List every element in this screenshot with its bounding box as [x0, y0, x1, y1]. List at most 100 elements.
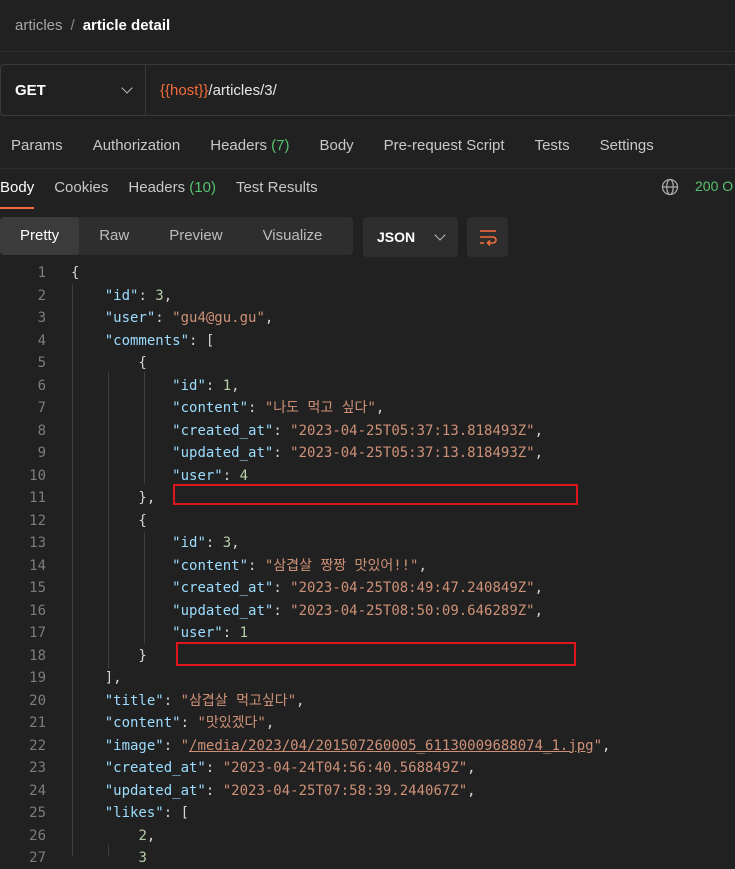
- code-line: 23 "created_at": "2023-04-24T04:56:40.56…: [0, 757, 735, 779]
- code-token: ,: [534, 445, 544, 461]
- highlight-box: [173, 484, 578, 505]
- code-token: "2023-04-24T04:56:40.568849Z": [222, 760, 468, 776]
- status-code[interactable]: 200 O: [695, 178, 733, 194]
- tab-authorization[interactable]: Authorization: [93, 137, 181, 154]
- code-line: 15 "created_at": "2023-04-25T08:49:47.24…: [0, 577, 735, 599]
- view-raw-button[interactable]: Raw: [79, 217, 149, 255]
- code-text: "updated_at": "2023-04-25T08:50:09.64628…: [71, 600, 543, 622]
- code-text: "id": 3,: [71, 532, 239, 554]
- code-token: :: [138, 287, 156, 304]
- breadcrumb-parent[interactable]: articles: [15, 17, 63, 34]
- code-token: ,: [467, 760, 476, 776]
- code-text: "created_at": "2023-04-24T04:56:40.56884…: [71, 757, 476, 779]
- wrap-lines-button[interactable]: [467, 217, 508, 257]
- code-line: 17 "user": 1: [0, 622, 735, 644]
- code-token: 1: [239, 625, 249, 641]
- view-mode-group: Pretty Raw Preview Visualize: [0, 217, 353, 255]
- globe-icon[interactable]: [661, 178, 679, 196]
- url-input[interactable]: {{host}}/articles/3/: [146, 65, 277, 115]
- tab-label: Tests: [534, 136, 570, 154]
- request-bar: GET {{host}}/articles/3/: [0, 64, 735, 116]
- breadcrumb-separator: /: [70, 17, 75, 34]
- view-pretty-button[interactable]: Pretty: [0, 217, 80, 255]
- tab-label: Body: [319, 136, 354, 154]
- url-path: /articles/3/: [208, 81, 277, 99]
- response-headers-count: (10): [189, 178, 216, 196]
- code-token: "id": [172, 377, 206, 394]
- code-token: "updated_at": [172, 445, 274, 461]
- code-token: ],: [71, 670, 122, 686]
- code-token: :: [222, 625, 240, 641]
- code-line: 5 {: [0, 352, 735, 374]
- image-link[interactable]: /media/2023/04/201507260005_611300096880…: [189, 738, 594, 754]
- code-token: "content": [104, 715, 181, 731]
- code-token: "user": [172, 625, 223, 641]
- view-visualize-button[interactable]: Visualize: [243, 217, 343, 255]
- code-token: "comments": [104, 332, 190, 349]
- line-number: 2: [37, 287, 46, 304]
- tab-label: Settings: [599, 136, 654, 154]
- code-text: {: [71, 510, 146, 532]
- code-text: "updated_at": "2023-04-25T07:58:39.24406…: [71, 780, 476, 802]
- line-number: 21: [29, 715, 46, 731]
- line-number: 4: [37, 332, 46, 349]
- method-select[interactable]: GET: [1, 65, 146, 115]
- tab-params[interactable]: Params: [11, 137, 63, 154]
- code-token: :: [222, 467, 240, 484]
- code-text: {: [71, 352, 146, 374]
- code-token: "updated_at": [104, 782, 206, 799]
- code-token: "삼겹살 짱짱 맛있어!!": [264, 557, 419, 574]
- code-token: ": [593, 737, 603, 754]
- code-text: }: [71, 645, 146, 667]
- line-number: 3: [37, 310, 46, 326]
- response-tab-headers[interactable]: Headers (10): [128, 169, 216, 209]
- code-token: "삼겹살 먹고싶다": [180, 692, 297, 709]
- response-tab-cookies[interactable]: Cookies: [54, 169, 108, 209]
- tab-settings[interactable]: Settings: [600, 137, 654, 154]
- code-text: "created_at": "2023-04-25T05:37:13.81849…: [71, 420, 543, 442]
- code-token: ,: [146, 827, 156, 844]
- code-text: "title": "삼겹살 먹고싶다",: [71, 690, 305, 712]
- code-token: ,: [375, 400, 385, 416]
- code-token: "id": [104, 287, 139, 304]
- format-select[interactable]: JSON: [363, 217, 458, 257]
- code-token: "updated_at": [172, 602, 274, 619]
- code-text: "content": "삼겹살 짱짱 맛있어!!",: [71, 555, 427, 577]
- code-line: 3 "user": "gu4@gu.gu",: [0, 307, 735, 329]
- line-number: 19: [29, 670, 46, 686]
- code-token: : [: [163, 805, 190, 821]
- line-number: 16: [29, 602, 46, 619]
- response-tab-test-results[interactable]: Test Results: [236, 169, 318, 209]
- code-line: 21 "content": "맛있겠다",: [0, 712, 735, 734]
- response-body-editor[interactable]: 1{2 "id": 3, 3 "user": "gu4@gu.gu", 4 "com…: [0, 262, 735, 866]
- view-preview-button[interactable]: Preview: [149, 217, 242, 255]
- code-text: 2,: [71, 825, 155, 847]
- breadcrumb-current[interactable]: article detail: [83, 17, 171, 34]
- code-token: ": [180, 737, 190, 754]
- tab-headers[interactable]: Headers (7): [210, 137, 289, 154]
- code-text: },: [71, 487, 155, 509]
- line-number: 27: [29, 850, 46, 866]
- code-token: 3: [155, 287, 164, 304]
- tab-body[interactable]: Body: [319, 137, 353, 154]
- line-number: 18: [29, 647, 46, 664]
- code-token: "created_at": [172, 422, 274, 439]
- tab-pre-request-script[interactable]: Pre-request Script: [384, 137, 505, 154]
- code-token: :: [205, 760, 223, 776]
- code-token: "content": [172, 400, 249, 416]
- code-token: ,: [265, 715, 275, 731]
- code-token: ,: [467, 782, 476, 799]
- line-number: 25: [29, 805, 46, 821]
- tab-tests[interactable]: Tests: [535, 137, 570, 154]
- code-line: 2 "id": 3,: [0, 285, 735, 307]
- response-tab-body[interactable]: Body: [0, 169, 35, 209]
